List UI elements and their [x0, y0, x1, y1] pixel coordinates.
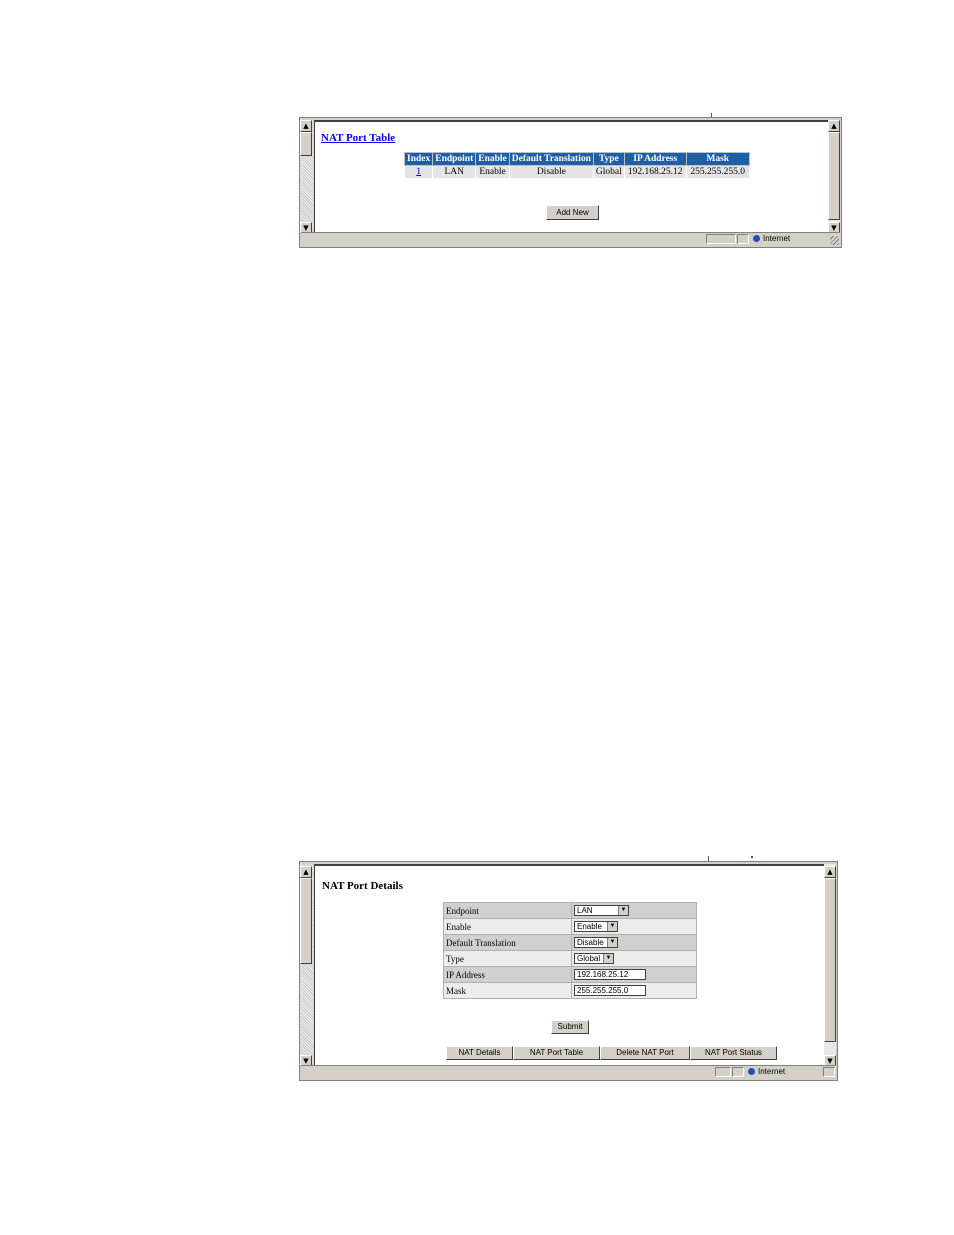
page-title: NAT Port Details: [322, 880, 403, 892]
mask-label: Mask: [443, 982, 572, 999]
default-translation-select[interactable]: Disable ▼: [574, 937, 618, 949]
zone-indicator: Internet: [748, 1066, 785, 1078]
form-row-enable: Enable Enable ▼: [443, 918, 697, 935]
ip-address-input[interactable]: 192.168.25.12: [574, 969, 646, 981]
column-header-ip-address: IP Address: [623, 152, 687, 166]
internet-globe-icon: [748, 1068, 755, 1076]
type-select[interactable]: Global ▼: [574, 953, 614, 965]
column-header-endpoint: Endpoint: [432, 152, 477, 166]
cell-type: Global: [592, 165, 625, 179]
status-pane: [732, 1067, 744, 1077]
column-header-enable: Enable: [475, 152, 510, 166]
add-new-button[interactable]: Add New: [546, 205, 599, 220]
cell-enable: Enable: [475, 165, 510, 179]
cell-ip-address: 192.168.25.12: [623, 165, 687, 179]
cell-mask: 255.255.255.0: [685, 165, 750, 179]
endpoint-cell: LAN ▼: [571, 902, 697, 919]
index-link[interactable]: 1: [416, 167, 421, 177]
browser-window-port-details: ▲ ▼ NAT Port Details Endpoint LAN ▼ Enabl…: [299, 861, 838, 1081]
submit-button[interactable]: Submit: [551, 1020, 589, 1034]
enable-value: Enable: [577, 922, 602, 932]
default-translation-label: Default Translation: [443, 934, 572, 951]
column-header-default-translation: Default Translation: [508, 152, 594, 166]
default-translation-value: Disable: [577, 938, 604, 948]
ip-address-cell: 192.168.25.12: [571, 966, 697, 983]
type-cell: Global ▼: [571, 950, 697, 967]
cell-endpoint: LAN: [432, 165, 477, 179]
window-edge-mark: [751, 856, 753, 858]
dropdown-arrow-icon[interactable]: ▼: [618, 906, 628, 916]
page-title-link[interactable]: NAT Port Table: [321, 132, 395, 144]
cell-index: 1: [403, 165, 434, 179]
mask-input[interactable]: 255.255.255.0: [574, 985, 646, 997]
browser-window-port-table: ▲ ▼ NAT Port Table Index Endpoint Enable…: [299, 117, 842, 248]
scroll-thumb[interactable]: [828, 132, 840, 220]
table-row: 1 LAN Enable Disable Global 192.168.25.1…: [403, 165, 750, 179]
right-scrollbar[interactable]: ▲ ▼: [824, 864, 836, 1067]
form-row-mask: Mask 255.255.255.0: [443, 982, 697, 999]
internet-globe-icon: [753, 235, 760, 243]
scroll-thumb[interactable]: [300, 132, 312, 156]
mask-cell: 255.255.255.0: [571, 982, 697, 999]
resize-grip-icon[interactable]: [830, 236, 839, 245]
endpoint-label: Endpoint: [443, 902, 572, 919]
dropdown-arrow-icon[interactable]: ▼: [607, 922, 617, 932]
nat-port-status-button[interactable]: NAT Port Status: [690, 1046, 777, 1060]
nat-port-table: Index Endpoint Enable Default Translatio…: [403, 152, 750, 179]
status-bar: Internet: [301, 232, 840, 246]
scroll-up-arrow-icon[interactable]: ▲: [828, 120, 840, 132]
zone-label: Internet: [763, 234, 791, 243]
dropdown-arrow-icon[interactable]: ▼: [603, 954, 613, 964]
scroll-up-arrow-icon[interactable]: ▲: [300, 866, 312, 878]
ip-address-label: IP Address: [443, 966, 572, 983]
enable-select[interactable]: Enable ▼: [574, 921, 618, 933]
scroll-up-arrow-icon[interactable]: ▲: [824, 866, 836, 878]
column-header-mask: Mask: [685, 152, 750, 166]
status-pane: [823, 1067, 835, 1077]
scroll-thumb[interactable]: [824, 878, 836, 1042]
scroll-up-arrow-icon[interactable]: ▲: [300, 120, 312, 132]
delete-nat-port-button[interactable]: Delete NAT Port: [600, 1046, 690, 1060]
right-scrollbar[interactable]: ▲ ▼: [828, 120, 840, 234]
zone-indicator: Internet: [753, 233, 790, 245]
status-pane: [706, 234, 736, 244]
scroll-thumb[interactable]: [300, 878, 312, 964]
column-header-type: Type: [592, 152, 625, 166]
nat-port-details-form: Endpoint LAN ▼ Enable Enable ▼ Default Tra…: [443, 902, 697, 999]
form-row-default-translation: Default Translation Disable ▼: [443, 934, 697, 951]
page-content: NAT Port Details Endpoint LAN ▼ Enable En…: [314, 864, 824, 1067]
endpoint-select[interactable]: LAN ▼: [574, 905, 629, 917]
form-row-type: Type Global ▼: [443, 950, 697, 967]
page-content: NAT Port Table Index Endpoint Enable Def…: [314, 120, 828, 234]
default-translation-cell: Disable ▼: [571, 934, 697, 951]
nat-port-table-button[interactable]: NAT Port Table: [513, 1046, 600, 1060]
status-pane: [715, 1067, 731, 1077]
type-label: Type: [443, 950, 572, 967]
left-frame-scrollbar[interactable]: ▲ ▼: [300, 120, 313, 234]
form-row-endpoint: Endpoint LAN ▼: [443, 902, 697, 919]
cell-default-translation: Disable: [508, 165, 594, 179]
column-header-index: Index: [403, 152, 434, 166]
status-bar: Internet: [301, 1065, 836, 1079]
table-header-row: Index Endpoint Enable Default Translatio…: [403, 152, 750, 166]
type-value: Global: [577, 954, 601, 964]
endpoint-value: LAN: [577, 906, 593, 916]
zone-label: Internet: [758, 1067, 786, 1076]
enable-cell: Enable ▼: [571, 918, 697, 935]
left-frame-scrollbar[interactable]: ▲ ▼: [300, 864, 313, 1067]
dropdown-arrow-icon[interactable]: ▼: [607, 938, 617, 948]
nat-details-button[interactable]: NAT Details: [446, 1046, 513, 1060]
status-pane: [737, 234, 749, 244]
form-row-ip-address: IP Address 192.168.25.12: [443, 966, 697, 983]
nat-navigation-bar: NAT Details NAT Port Table Delete NAT Po…: [446, 1046, 777, 1060]
enable-label: Enable: [443, 918, 572, 935]
